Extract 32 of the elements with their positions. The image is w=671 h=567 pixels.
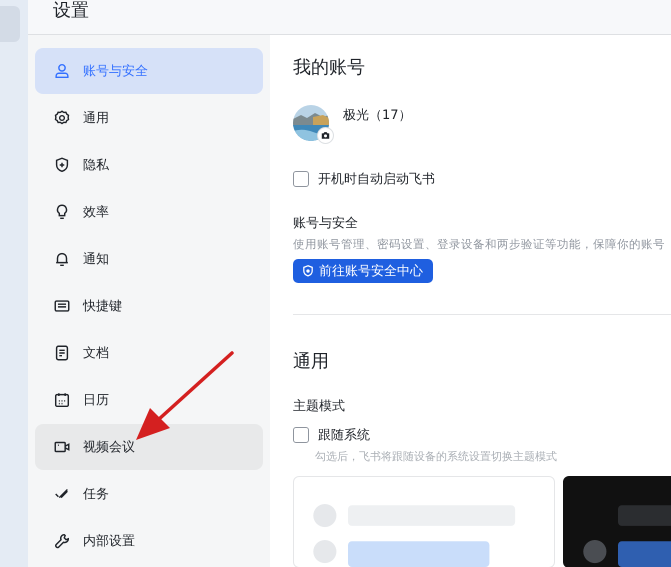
subsection-title: 账号与安全 <box>293 215 359 233</box>
wrench-icon <box>53 532 71 550</box>
camera-icon[interactable] <box>317 127 334 144</box>
checkbox[interactable] <box>293 171 309 187</box>
sidebar-item[interactable]: 任务 <box>35 471 263 517</box>
subsection-title: 主题模式 <box>293 398 346 415</box>
user-name: 极光（17） <box>343 107 412 125</box>
sidebar-item[interactable]: 隐私 <box>35 142 263 188</box>
user-icon <box>53 62 71 80</box>
checkbox[interactable] <box>293 427 309 443</box>
shield-icon <box>301 264 315 278</box>
checkbox-label: 开机时自动启动飞书 <box>318 171 435 188</box>
sidebar-item[interactable]: 快捷键 <box>35 283 263 329</box>
window-title: 设置 <box>53 0 89 22</box>
settings-icon <box>53 109 71 127</box>
section-heading: 我的账号 <box>293 56 366 80</box>
security-center-button[interactable]: 前往账号安全中心 <box>293 259 433 283</box>
hint-text: 勾选后，飞书将跟随设备的系统设置切换主题模式 <box>315 449 558 464</box>
sidebar-item[interactable]: 通知 <box>35 236 263 282</box>
shield-icon <box>53 156 71 174</box>
checkbox-label: 跟随系统 <box>318 427 370 444</box>
sidebar-item[interactable]: 内部设置 <box>35 518 263 564</box>
sidebar-item[interactable]: 日历 <box>35 377 263 423</box>
sidebar-item[interactable]: 文档 <box>35 330 263 376</box>
document-icon <box>53 344 71 362</box>
sidebar-item[interactable]: 视频会议 <box>35 424 263 470</box>
sidebar-item[interactable]: 效率 <box>35 189 263 235</box>
sidebar-item[interactable]: 通用 <box>35 95 263 141</box>
bell-icon <box>53 250 71 268</box>
description-text: 使用账号管理、密码设置、登录设备和两步验证等功能，保障你的账号 <box>293 236 666 252</box>
calendar-icon <box>53 391 71 409</box>
section-heading: 通用 <box>293 350 330 374</box>
